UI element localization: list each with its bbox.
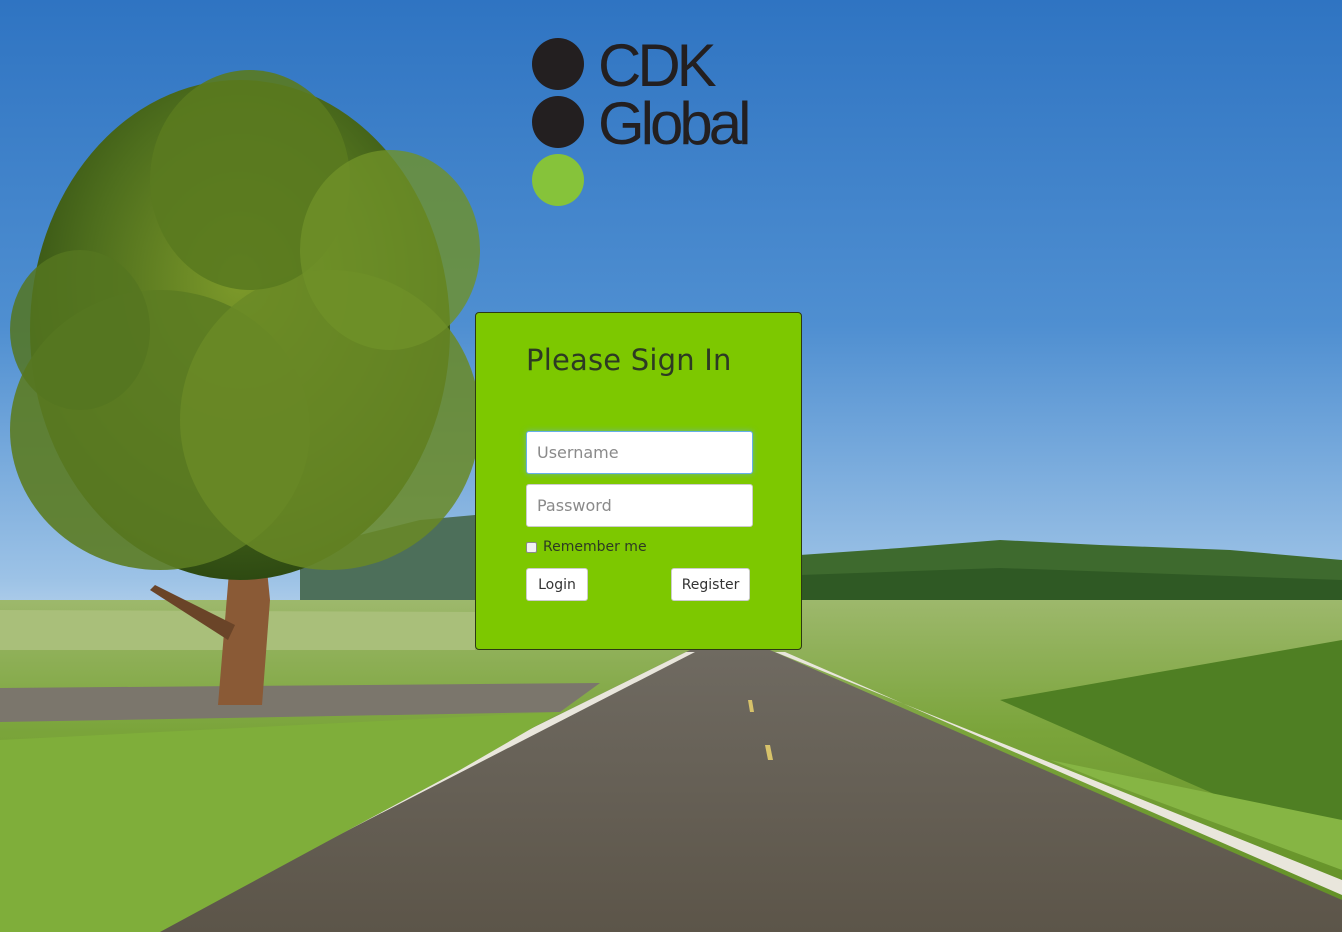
logo-dot-green [532,154,584,206]
signin-panel: Please Sign In Remember me Login Registe… [475,312,802,650]
password-input[interactable] [526,484,753,527]
remember-me-checkbox[interactable] [526,541,537,553]
logo-dot-top [532,38,584,90]
login-button[interactable]: Login [526,568,588,601]
logo-text-global: Global [598,90,751,157]
signin-title: Please Sign In [526,343,732,377]
remember-me-label: Remember me [543,539,647,555]
remember-me[interactable]: Remember me [526,539,647,555]
logo-text-cdk: CDK [598,32,717,99]
username-input[interactable] [526,431,753,474]
register-button[interactable]: Register [671,568,750,601]
logo-dot-middle [532,96,584,148]
cdk-global-logo: CDK Global [532,36,772,211]
